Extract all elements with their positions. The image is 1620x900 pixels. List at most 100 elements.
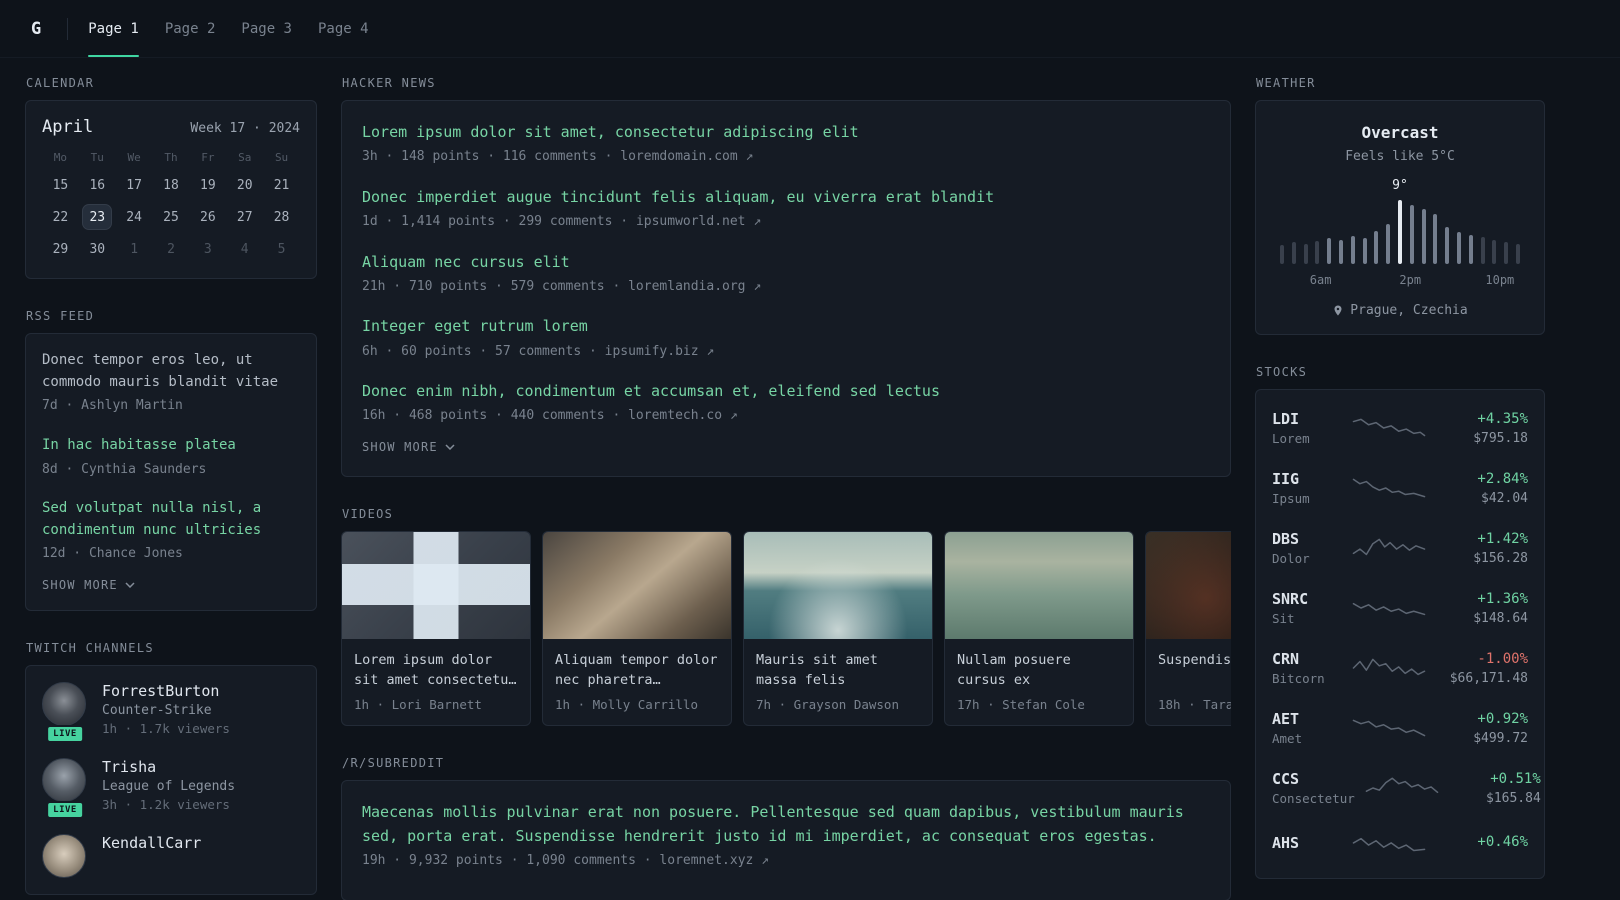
- stock-price: $148.64: [1473, 610, 1528, 626]
- location-pin-icon: [1334, 305, 1342, 316]
- hn-show-more-button[interactable]: SHOW MORE: [362, 438, 455, 456]
- video-title[interactable]: Aliquam tempor dolor nec pharetra…: [555, 650, 719, 691]
- hn-item-link[interactable]: Donec imperdiet augue tincidunt felis al…: [362, 186, 1210, 209]
- stock-values: +1.42% $156.28: [1436, 531, 1528, 566]
- reddit-post-link[interactable]: Maecenas mollis pulvinar erat non posuer…: [362, 801, 1210, 848]
- stock-row[interactable]: DBS Dolor +1.42% $156.28: [1272, 518, 1528, 578]
- video-card[interactable]: Suspendisse diam 18h · Tara: [1145, 530, 1231, 727]
- hn-source-link[interactable]: loremlandia.org ↗: [628, 279, 761, 294]
- stock-price: $795.18: [1473, 430, 1528, 446]
- weather-location: Prague, Czechia: [1272, 303, 1528, 318]
- hn-item-meta: 21h · 710 points · 579 comments · loreml…: [362, 277, 1210, 297]
- stock-values: -1.00% $66,171.48: [1436, 651, 1528, 686]
- video-title[interactable]: Nullam posuere cursus ex: [957, 650, 1121, 691]
- section-title-rss: RSS FEED: [26, 309, 95, 323]
- stock-row[interactable]: LDI Lorem +4.35% $795.18: [1272, 398, 1528, 458]
- weather-widget: Overcast Feels like 5°C 9° 6am 2pm 10pm …: [1255, 100, 1545, 335]
- stock-change: +0.92%: [1477, 710, 1528, 727]
- video-title[interactable]: Lorem ipsum dolor sit amet consectetu…: [354, 650, 518, 691]
- stock-sparkline: [1352, 538, 1426, 556]
- app-logo[interactable]: G: [25, 19, 47, 39]
- channel-name[interactable]: Trisha: [102, 758, 235, 776]
- time-label: 10pm: [1485, 273, 1515, 287]
- channel-name[interactable]: ForrestBurton: [102, 682, 230, 700]
- rss-item-meta: 12d · Chance Jones: [42, 546, 183, 562]
- hn-source-link[interactable]: ipsumify.biz ↗: [605, 344, 715, 359]
- left-column: CALENDAR April Week 17 · 2024 Mo Tu We T…: [25, 76, 317, 900]
- video-title[interactable]: Mauris sit amet massa felis: [756, 650, 920, 691]
- stock-row[interactable]: AHS +0.46%: [1272, 818, 1528, 870]
- video-body: Lorem ipsum dolor sit amet consectetu… 1…: [342, 639, 530, 726]
- weather-bar: [1327, 238, 1332, 264]
- hn-item-link[interactable]: Donec enim nibh, condimentum et accumsan…: [362, 380, 1210, 403]
- middle-column: HACKER NEWS Lorem ipsum dolor sit amet, …: [341, 76, 1231, 900]
- video-body: Nullam posuere cursus ex 17h · Stefan Co…: [945, 639, 1133, 726]
- weather-bar: [1468, 234, 1473, 264]
- stock-row[interactable]: CCS Consectetur +0.51% $165.84: [1272, 758, 1541, 818]
- stock-change: +4.35%: [1477, 410, 1528, 427]
- hn-item-link[interactable]: Lorem ipsum dolor sit amet, consectetur …: [362, 121, 1210, 144]
- calendar-day: 5: [277, 241, 286, 257]
- tab-page-3[interactable]: Page 3: [241, 0, 292, 57]
- stock-symbol: IIG: [1272, 470, 1300, 488]
- video-card[interactable]: Mauris sit amet massa felis 7h · Grayson…: [743, 530, 933, 727]
- reddit-source-link[interactable]: loremnet.xyz ↗: [659, 853, 769, 868]
- twitch-channel[interactable]: LIVE ForrestBurton Counter-Strike 1h · 1…: [42, 681, 300, 743]
- channel-meta: 1h · 1.7k viewers: [102, 720, 230, 736]
- calendar-widget: April Week 17 · 2024 Mo Tu We Th Fr Sa S…: [25, 100, 317, 279]
- rss-item-link[interactable]: Sed volutpat nulla nisl, a condimentum n…: [42, 498, 300, 541]
- hn-source-link[interactable]: loremtech.co ↗: [628, 408, 738, 423]
- hn-item: Integer eget rutrum lorem 6h · 60 points…: [362, 315, 1210, 361]
- dashboard-content: CALENDAR April Week 17 · 2024 Mo Tu We T…: [0, 58, 1620, 900]
- weather-bar: [1445, 226, 1450, 264]
- stock-row[interactable]: AET Amet +0.92% $499.72: [1272, 698, 1528, 758]
- calendar-day: 1: [130, 241, 139, 257]
- hn-item-link[interactable]: Aliquam nec cursus elit: [362, 251, 1210, 274]
- calendar-day: 27: [236, 209, 253, 225]
- stock-row[interactable]: SNRC Sit +1.36% $148.64: [1272, 578, 1528, 638]
- time-label: 2pm: [1399, 273, 1422, 287]
- twitch-channel[interactable]: LIVE Trisha League of Legends 3h · 1.2k …: [42, 757, 300, 819]
- video-card[interactable]: Aliquam tempor dolor nec pharetra… 1h · …: [542, 530, 732, 727]
- calendar-header: April Week 17 · 2024: [42, 117, 300, 137]
- channel-name[interactable]: KendallCarr: [102, 834, 201, 852]
- stock-row[interactable]: IIG Ipsum +2.84% $42.04: [1272, 458, 1528, 518]
- hn-item-meta: 3h · 148 points · 116 comments · loremdo…: [362, 147, 1210, 167]
- video-card[interactable]: Lorem ipsum dolor sit amet consectetu… 1…: [341, 530, 531, 727]
- tab-page-4[interactable]: Page 4: [318, 0, 369, 57]
- stock-price: $66,171.48: [1449, 670, 1528, 686]
- stock-symbol: AET: [1272, 710, 1300, 728]
- stock-id: AET Amet: [1272, 710, 1342, 746]
- tab-page-1[interactable]: Page 1: [88, 0, 139, 57]
- rss-show-more-button[interactable]: SHOW MORE: [42, 576, 135, 594]
- page-tabs: Page 1 Page 2 Page 3 Page 4: [88, 0, 369, 57]
- stock-name: Amet: [1272, 731, 1303, 746]
- hn-item: Donec enim nibh, condimentum et accumsan…: [362, 380, 1210, 426]
- stock-row[interactable]: CRN Bitcorn -1.00% $66,171.48: [1272, 638, 1528, 698]
- stock-sparkline: [1352, 719, 1426, 737]
- video-thumbnail: [543, 531, 731, 639]
- section-title-stocks: STOCKS: [1256, 365, 1308, 379]
- calendar-day: 21: [273, 177, 290, 193]
- stock-id: CRN Bitcorn: [1272, 650, 1342, 686]
- hn-item-link[interactable]: Integer eget rutrum lorem: [362, 315, 1210, 338]
- video-thumbnail: [744, 531, 932, 639]
- live-badge: LIVE: [46, 724, 84, 743]
- video-title[interactable]: Suspendisse diam: [1158, 650, 1231, 690]
- video-thumbnail: [1146, 531, 1231, 639]
- weather-bar: [1421, 208, 1426, 264]
- stock-values: +0.92% $499.72: [1436, 711, 1528, 746]
- stock-name: Lorem: [1272, 431, 1310, 446]
- hn-item-meta: 16h · 468 points · 440 comments · loremt…: [362, 406, 1210, 426]
- rss-item-link[interactable]: In hac habitasse platea: [42, 435, 300, 457]
- weather-bar: [1433, 214, 1438, 264]
- twitch-widget: LIVE ForrestBurton Counter-Strike 1h · 1…: [25, 664, 317, 895]
- video-thumbnail: [342, 531, 530, 639]
- twitch-channel[interactable]: KendallCarr: [42, 833, 300, 878]
- hn-source-link[interactable]: loremdomain.com ↗: [620, 149, 753, 164]
- stock-sparkline: [1365, 777, 1439, 794]
- video-card[interactable]: Nullam posuere cursus ex 17h · Stefan Co…: [944, 530, 1134, 727]
- hn-source-link[interactable]: ipsumworld.net ↗: [636, 214, 761, 229]
- tab-page-2[interactable]: Page 2: [165, 0, 216, 57]
- rss-item-link[interactable]: Donec tempor eros leo, ut commodo mauris…: [42, 350, 300, 393]
